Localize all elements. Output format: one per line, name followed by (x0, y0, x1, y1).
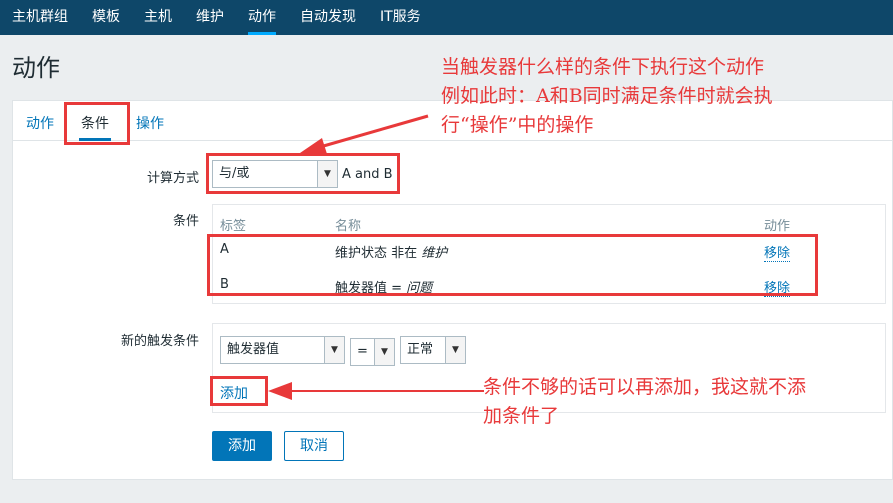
annotation-top-note: 当触发器什么样的条件下执行这个动作 例如此时：A和B同时满足条件时就会执 行“操… (441, 56, 773, 136)
nav-item-hosts[interactable]: 主机 (144, 0, 172, 35)
add-button[interactable]: 添加 (212, 431, 272, 461)
calc-formula: A and B (342, 167, 393, 182)
condition-type-value: 触发器值 (227, 342, 280, 357)
top-nav: 主机群组 模板 主机 维护 动作 自动发现 IT服务 (0, 0, 893, 35)
nav-item-it-services[interactable]: IT服务 (380, 0, 421, 35)
calc-method-label: 计算方式 (146, 171, 199, 186)
condition-name: 触发器值 = 问题 (335, 281, 433, 296)
chevron-down-icon: ▼ (374, 339, 394, 365)
conditions-label: 条件 (172, 214, 199, 229)
operator-select[interactable]: = ▼ (350, 338, 395, 366)
col-header-action: 动作 (764, 219, 791, 234)
remove-condition-link[interactable]: 移除 (764, 242, 791, 262)
nav-item-host-groups[interactable]: 主机群组 (12, 0, 68, 35)
condition-type-select[interactable]: 触发器值 ▼ (220, 336, 345, 364)
cancel-button[interactable]: 取消 (284, 431, 344, 461)
nav-item-actions[interactable]: 动作 (248, 0, 276, 35)
trigger-value-value: 正常 (407, 342, 434, 357)
chevron-down-icon: ▼ (317, 161, 337, 187)
calc-method-value: 与/或 (219, 166, 250, 181)
tab-action[interactable]: 动作 (26, 113, 54, 133)
conditions-table: 标签 名称 动作 A 维护状态 非在 维护 移除 B 触发器值 = 问题 移除 (212, 204, 886, 304)
add-condition-link[interactable]: 添加 (220, 383, 248, 404)
condition-tag: B (220, 277, 229, 292)
tab-conditions[interactable]: 条件 (79, 113, 111, 141)
page-title: 动作 (12, 54, 60, 82)
tab-operations[interactable]: 操作 (136, 113, 164, 133)
condition-tag: A (220, 242, 229, 257)
operator-value: = (357, 344, 368, 359)
calc-method-select[interactable]: 与/或 ▼ (212, 160, 338, 188)
nav-item-discovery[interactable]: 自动发现 (300, 0, 356, 35)
col-header-name: 名称 (335, 219, 362, 234)
trigger-value-select[interactable]: 正常 ▼ (400, 336, 466, 364)
nav-item-maintenance[interactable]: 维护 (196, 0, 224, 35)
nav-item-templates[interactable]: 模板 (92, 0, 120, 35)
remove-condition-link[interactable]: 移除 (764, 277, 791, 297)
chevron-down-icon: ▼ (324, 337, 344, 363)
new-condition-label: 新的触发条件 (120, 334, 199, 349)
condition-name: 维护状态 非在 维护 (335, 246, 448, 261)
annotation-bottom-note: 条件不够的话可以再添加，我这就不添 加条件了 (483, 376, 807, 427)
col-header-tag: 标签 (220, 219, 247, 234)
chevron-down-icon: ▼ (445, 337, 465, 363)
